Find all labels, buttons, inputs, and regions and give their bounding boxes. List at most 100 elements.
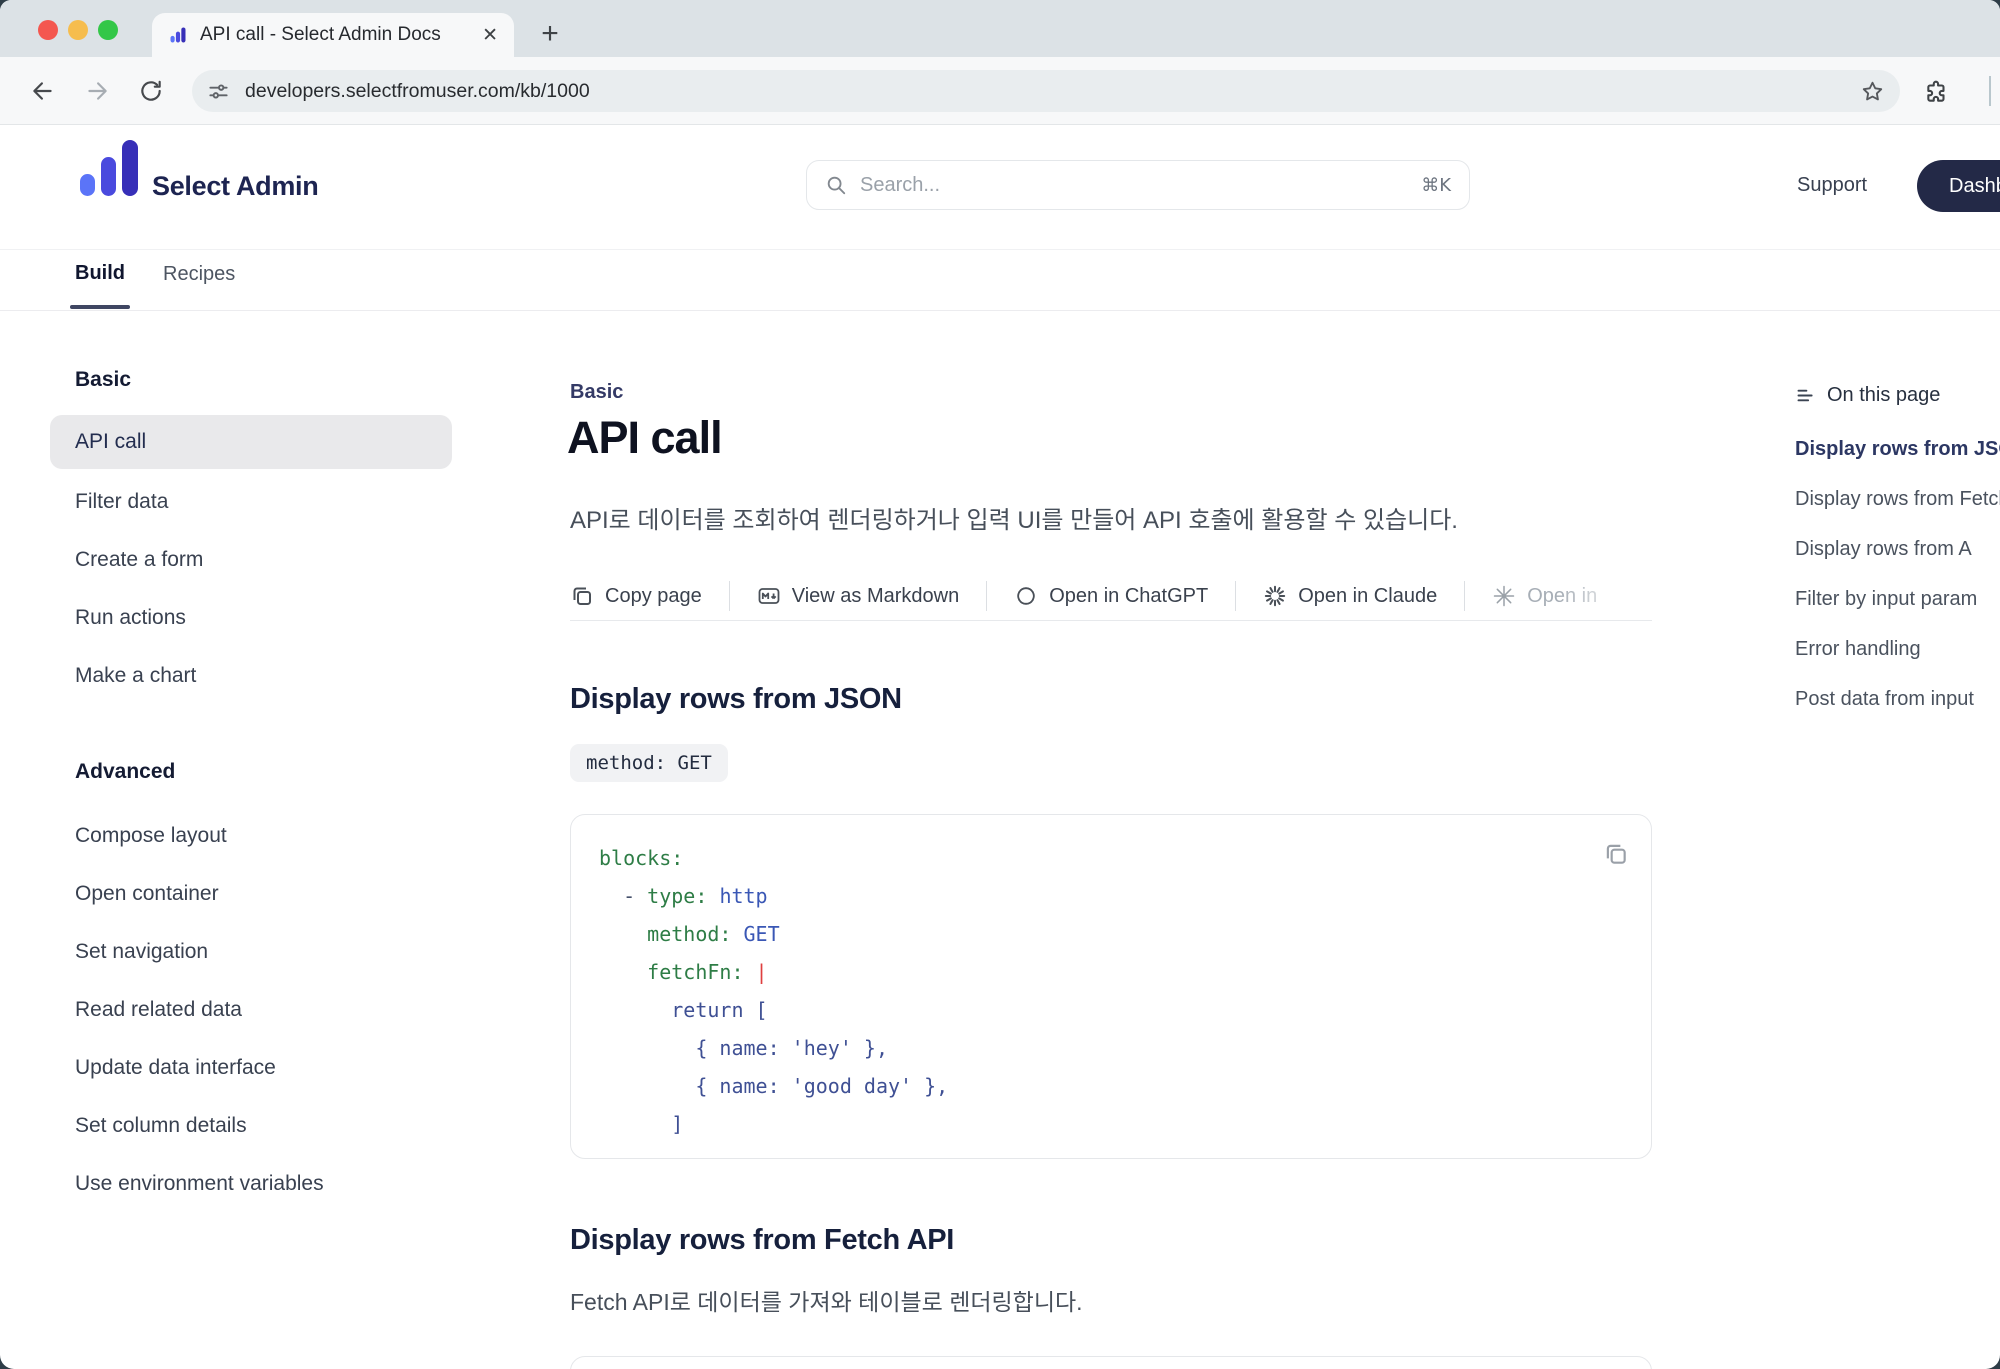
section-fetch-description: Fetch API로 데이터를 가져와 테이블로 렌더링합니다. xyxy=(570,1283,1083,1317)
browser-toolbar: developers.selectfromuser.com/kb/1000 xyxy=(0,57,2000,125)
toc-item-2[interactable]: Display rows from Fetch API xyxy=(1795,474,2000,524)
header-divider xyxy=(0,249,2000,250)
code-line: fetchFn: | xyxy=(599,953,948,991)
sidebar-item-make-a-chart[interactable]: Make a chart xyxy=(50,647,452,705)
site-info-icon[interactable] xyxy=(207,80,230,103)
action-separator xyxy=(729,581,730,611)
breadcrumb: Basic xyxy=(570,381,623,404)
code-line: method: GET xyxy=(599,915,948,953)
open-in-claude-button[interactable]: Open in Claude xyxy=(1263,584,1437,608)
sidebar-item-read-related-data[interactable]: Read related data xyxy=(50,981,452,1039)
code-line: { name: 'good day' }, xyxy=(599,1067,948,1105)
action-label: Open in ChatGPT xyxy=(1049,585,1208,608)
copy-code-icon[interactable] xyxy=(1603,841,1629,867)
sidebar-item-create-a-form[interactable]: Create a form xyxy=(50,531,452,589)
openai-icon xyxy=(1014,584,1038,608)
spark-icon xyxy=(1492,584,1516,608)
page-description: API로 데이터를 조회하여 렌더링하거나 입력 UI를 만들어 API 호출에… xyxy=(570,500,1458,535)
search-placeholder: Search... xyxy=(860,174,1421,197)
forward-icon[interactable] xyxy=(84,78,110,104)
code-line: - type: http xyxy=(599,877,948,915)
toc-header: On this page xyxy=(1795,381,2000,409)
back-icon[interactable] xyxy=(30,78,56,104)
traffic-zoom-icon[interactable] xyxy=(98,20,118,40)
tabs-divider xyxy=(0,310,2000,311)
sidebar-section-title: Basic xyxy=(50,366,452,394)
sidebar-section-title: Advanced xyxy=(50,758,452,786)
sidebar-item-set-column-details[interactable]: Set column details xyxy=(50,1097,452,1155)
active-tab-underline xyxy=(70,305,130,309)
page-title: API call xyxy=(567,412,722,464)
action-label: Open in Claude xyxy=(1298,585,1437,608)
tab-recipes[interactable]: Recipes xyxy=(163,263,235,286)
sidebar-item-set-navigation[interactable]: Set navigation xyxy=(50,923,452,981)
code-content: blocks: - type: http method: GET fetchFn… xyxy=(599,839,948,1143)
sidebar-item-filter-data[interactable]: Filter data xyxy=(50,473,452,531)
sidebar-item-use-environment-variables[interactable]: Use environment variables xyxy=(50,1155,452,1213)
toc-title: On this page xyxy=(1827,384,1940,407)
traffic-minimize-icon[interactable] xyxy=(68,20,88,40)
address-bar[interactable]: developers.selectfromuser.com/kb/1000 xyxy=(192,70,1900,112)
sidebar-item-update-data-interface[interactable]: Update data interface xyxy=(50,1039,452,1097)
markdown-icon xyxy=(757,584,781,608)
page-actions: Copy page View as Markdown Open in ChatGPT… xyxy=(570,575,1654,617)
sidebar-item-run-actions[interactable]: Run actions xyxy=(50,589,452,647)
url-text[interactable]: developers.selectfromuser.com/kb/1000 xyxy=(245,80,1860,103)
action-separator xyxy=(986,581,987,611)
code-block: blocks: - type: http method: GET fetchFn… xyxy=(570,814,1652,1159)
action-label: Open in xyxy=(1527,585,1597,608)
select-admin-logo-icon[interactable] xyxy=(80,140,138,196)
browser-tab-bar: API call - Select Admin Docs ✕ + xyxy=(0,0,2000,57)
code-line: { name: 'hey' }, xyxy=(599,1029,948,1067)
toc-item-3[interactable]: Display rows from A xyxy=(1795,524,2000,574)
copy-page-button[interactable]: Copy page xyxy=(570,584,702,608)
tab-title: API call - Select Admin Docs xyxy=(200,24,472,46)
section-heading-json: Display rows from JSON xyxy=(570,683,902,716)
extensions-icon[interactable] xyxy=(1924,79,1950,105)
reload-icon[interactable] xyxy=(138,78,164,104)
bookmark-star-icon[interactable] xyxy=(1860,79,1885,104)
toc-item-1[interactable]: Display rows from JSON xyxy=(1795,424,2000,474)
traffic-close-icon[interactable] xyxy=(38,20,58,40)
code-line: ] xyxy=(599,1105,948,1143)
section-heading-fetch: Display rows from Fetch API xyxy=(570,1224,954,1257)
actions-divider xyxy=(570,620,1652,621)
site-favicon-icon xyxy=(168,25,188,45)
action-separator xyxy=(1464,581,1465,611)
sidebar-item-open-container[interactable]: Open container xyxy=(50,865,452,923)
code-block-second xyxy=(570,1356,1652,1369)
tab-build[interactable]: Build xyxy=(75,262,125,285)
action-label: View as Markdown xyxy=(792,585,959,608)
brand-name[interactable]: Select Admin xyxy=(152,171,318,202)
sidebar-section-advanced: AdvancedCompose layoutOpen containerSet … xyxy=(50,758,452,1213)
docs-sidebar: Basic API callFilter dataCreate a formRun… xyxy=(50,366,452,1213)
tab-close-icon[interactable]: ✕ xyxy=(482,24,498,47)
toc-item-6[interactable]: Post data from input xyxy=(1795,674,2000,724)
search-input[interactable]: Search... ⌘K xyxy=(806,160,1470,210)
claude-icon xyxy=(1263,584,1287,608)
toolbar-divider xyxy=(1989,76,1991,106)
search-shortcut: ⌘K xyxy=(1421,175,1451,196)
toc-item-5[interactable]: Error handling xyxy=(1795,624,2000,674)
sidebar-item-api-call[interactable]: API call xyxy=(50,415,452,469)
dashboard-button[interactable]: Dashboard xyxy=(1917,160,2000,212)
support-link[interactable]: Support xyxy=(1797,174,1867,197)
code-line: blocks: xyxy=(599,839,948,877)
method-chip: method: GET xyxy=(570,744,728,782)
new-tab-button[interactable]: + xyxy=(530,14,570,54)
copy-icon xyxy=(570,584,594,608)
open-in-chatgpt-button[interactable]: Open in ChatGPT xyxy=(1014,584,1208,608)
code-line: return [ xyxy=(599,991,948,1029)
action-label: Copy page xyxy=(605,585,702,608)
browser-tab[interactable]: API call - Select Admin Docs ✕ xyxy=(152,13,514,57)
sidebar-item-compose-layout[interactable]: Compose layout xyxy=(50,807,452,865)
open-in-button[interactable]: Open in xyxy=(1492,584,1597,608)
view-as-markdown-button[interactable]: View as Markdown xyxy=(757,584,959,608)
sidebar-section-basic: Basic API callFilter dataCreate a formRun… xyxy=(50,366,452,705)
toc-item-4[interactable]: Filter by input param xyxy=(1795,574,2000,624)
action-separator xyxy=(1235,581,1236,611)
search-icon xyxy=(825,174,847,196)
browser-window: API call - Select Admin Docs ✕ + develop… xyxy=(0,0,2000,1369)
toc-list-icon xyxy=(1795,385,1816,406)
on-this-page: On this page Display rows from JSONDispl… xyxy=(1795,381,2000,724)
